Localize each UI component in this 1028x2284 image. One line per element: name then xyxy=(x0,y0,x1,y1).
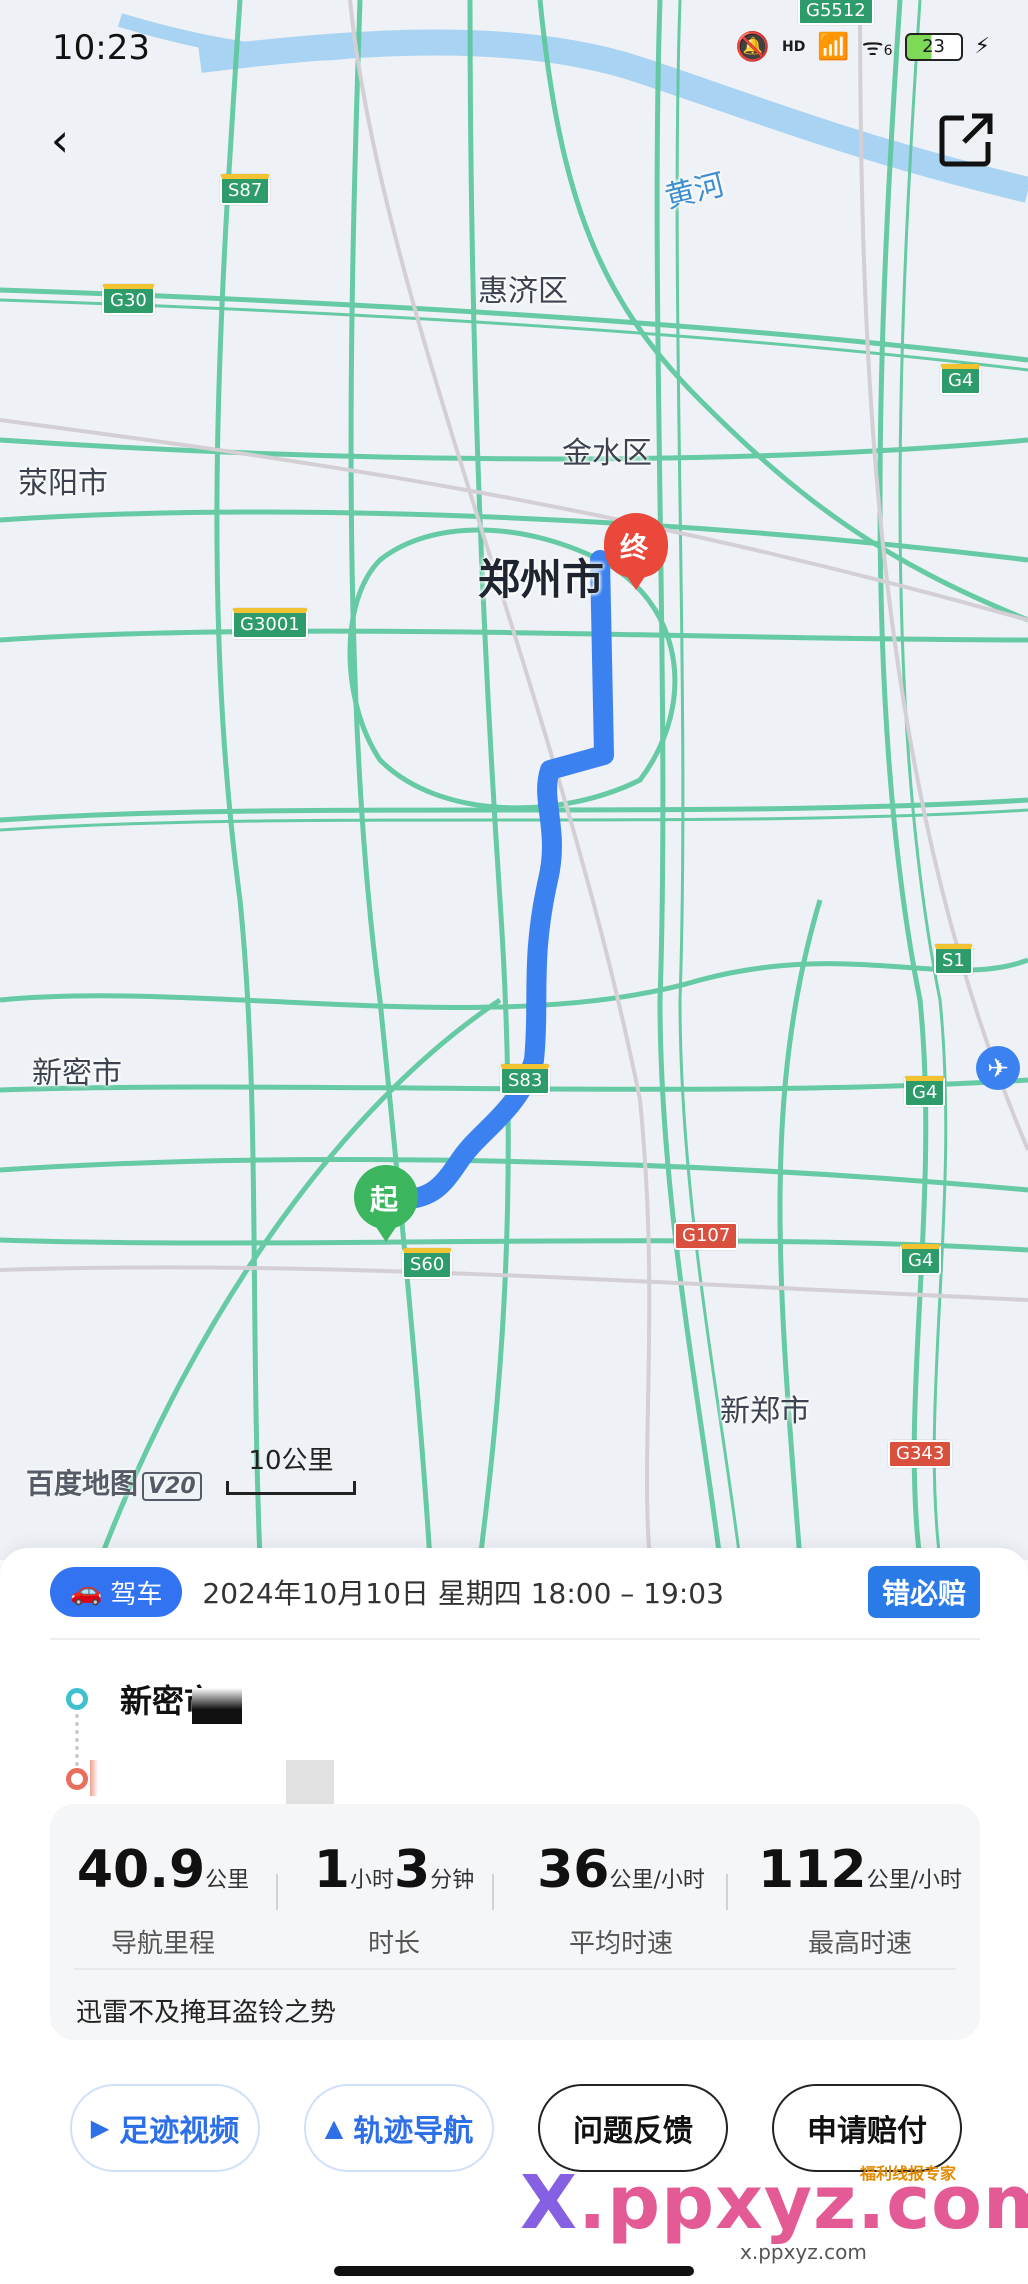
apply-claim-button[interactable]: 申请赔付 xyxy=(772,2084,962,2172)
travel-mode-badge: 🚗 驾车 xyxy=(50,1567,183,1617)
track-navigation-button[interactable]: ▲ 轨迹导航 xyxy=(304,2084,494,2172)
trip-header: 🚗 驾车 2024年10月10日 星期四 18:00 – 19:03 错必赔 xyxy=(50,1560,980,1624)
max-speed-unit: 公里/小时 xyxy=(866,1868,962,1893)
distance-unit: 公里 xyxy=(205,1868,250,1893)
map-scale-bar xyxy=(226,1481,356,1495)
road-shield-s83: S83 xyxy=(500,1064,551,1095)
stat-separator xyxy=(276,1874,278,1910)
claim-badge[interactable]: 错必赔 xyxy=(867,1566,980,1618)
duration-minutes: 3 xyxy=(394,1840,431,1900)
redaction-block xyxy=(90,1760,98,1796)
start-marker-label: 起 xyxy=(370,1183,399,1216)
distance-label: 导航里程 xyxy=(110,1929,215,1959)
place-xinzheng: 新郑市 xyxy=(720,1394,810,1429)
footprint-video-label: 足迹视频 xyxy=(119,2114,240,2149)
road-shield-s60: S60 xyxy=(402,1248,453,1279)
stat-max-speed: 112公里/小时 最高时速 xyxy=(750,1840,970,1960)
track-navigation-label: 轨迹导航 xyxy=(353,2114,474,2149)
avg-speed-value: 36 xyxy=(537,1840,610,1900)
chevron-left-icon: ‹ xyxy=(50,113,70,167)
road-shield-g343: G343 xyxy=(888,1440,953,1468)
road-shield-g3001: G3001 xyxy=(232,608,308,639)
share-button[interactable] xyxy=(934,108,998,172)
map-logo: 百度地图 V20 xyxy=(26,1462,202,1502)
signal-icon: 📶 xyxy=(817,31,850,62)
svg-text:✈: ✈ xyxy=(987,1054,1009,1084)
route-endpoints: 新密市 xyxy=(50,1658,980,1808)
feedback-label: 问题反馈 xyxy=(573,2114,693,2149)
end-dot-icon xyxy=(66,1768,88,1790)
stat-distance: 40.9公里 导航里程 xyxy=(68,1840,258,1960)
map-logo-text: 百度地图 xyxy=(26,1467,139,1500)
status-icons: 🔕 HD 📶 ᯤ6 23 ⚡ xyxy=(735,30,990,63)
feedback-button[interactable]: 问题反馈 xyxy=(538,2084,728,2172)
stat-duration: 1小时3分钟 时长 xyxy=(294,1840,494,1960)
end-marker-label: 终 xyxy=(620,531,649,564)
distance-value: 40.9 xyxy=(76,1840,206,1900)
share-icon xyxy=(939,113,993,167)
watermark-url: x.ppxyz.com xyxy=(740,2240,867,2264)
watermark-tag: 福利线报专家 xyxy=(860,2164,957,2183)
car-icon: 🚗 xyxy=(70,1577,103,1607)
home-indicator[interactable] xyxy=(334,2266,694,2276)
hd-signal-icon: HD xyxy=(782,39,805,55)
map-scale-label: 10公里 xyxy=(248,1446,334,1476)
road-shield-s1: S1 xyxy=(934,944,973,975)
avg-speed-unit: 公里/小时 xyxy=(609,1868,705,1893)
place-xingyang: 荥阳市 xyxy=(18,466,108,501)
duration-hours: 1 xyxy=(313,1840,350,1900)
duration-hours-unit: 小时 xyxy=(349,1868,394,1893)
road-shield-g107: G107 xyxy=(674,1222,739,1250)
trip-stats-card: 40.9公里 导航里程 1小时3分钟 时长 36公里/小时 平均时速 112公里… xyxy=(50,1804,980,2040)
start-dot-icon xyxy=(66,1688,88,1710)
route-connector xyxy=(75,1714,79,1766)
redaction-block xyxy=(192,1688,242,1724)
stat-separator xyxy=(726,1874,728,1910)
battery-icon: 23 xyxy=(904,32,963,61)
map-scale: 10公里 xyxy=(226,1440,356,1495)
place-xinmi: 新密市 xyxy=(32,1056,122,1091)
battery-level: 23 xyxy=(922,36,945,57)
play-icon: ▶ xyxy=(90,2114,110,2142)
duration-minutes-unit: 分钟 xyxy=(430,1868,475,1893)
stat-separator xyxy=(492,1874,494,1910)
header-divider xyxy=(50,1638,980,1640)
apply-claim-label: 申请赔付 xyxy=(807,2114,927,2149)
mute-icon: 🔕 xyxy=(735,30,770,63)
road-shield-g30: G30 xyxy=(102,284,155,315)
wifi-icon: ᯤ6 xyxy=(861,33,893,61)
place-huiji: 惠济区 xyxy=(478,274,568,309)
stats-divider xyxy=(74,1968,956,1970)
navigation-arrow-icon: ▲ xyxy=(324,2114,344,2142)
watermark-text: .ppxyz.com xyxy=(578,2160,1028,2246)
trip-datetime: 2024年10月10日 星期四 18:00 – 19:03 xyxy=(202,1577,724,1610)
travel-mode-label: 驾车 xyxy=(110,1579,163,1610)
road-shield-g4-mid: G4 xyxy=(904,1076,946,1107)
back-button[interactable]: ‹ xyxy=(30,110,90,170)
road-shield-s87: S87 xyxy=(220,174,271,205)
footprint-video-button[interactable]: ▶ 足迹视频 xyxy=(70,2084,260,2172)
trip-detail-page: ✈ 终 起 惠济区 金水区 郑州市 荥阳市 新密市 新郑市 黄河 G5512 S… xyxy=(0,0,1028,2284)
redaction-block xyxy=(286,1760,334,1808)
road-shield-g4-south: G4 xyxy=(900,1244,942,1275)
max-speed-label: 最高时速 xyxy=(807,1929,912,1959)
charging-icon: ⚡ xyxy=(974,34,990,59)
status-time: 10:23 xyxy=(52,28,150,68)
max-speed-value: 112 xyxy=(758,1840,867,1900)
place-zhengzhou: 郑州市 xyxy=(478,555,605,604)
wifi-sub: 6 xyxy=(883,43,893,59)
stat-avg-speed: 36公里/小时 平均时速 xyxy=(516,1840,726,1960)
place-jinshui: 金水区 xyxy=(562,436,652,471)
avg-speed-label: 平均时速 xyxy=(568,1929,673,1959)
status-bar: 10:23 🔕 HD 📶 ᯤ6 23 ⚡ xyxy=(0,0,1028,90)
duration-label: 时长 xyxy=(367,1929,420,1959)
map-canvas: ✈ xyxy=(0,0,1028,1560)
map-logo-version: V20 xyxy=(142,1472,202,1501)
watermark-x: X xyxy=(520,2160,579,2246)
map-view[interactable]: ✈ 终 起 惠济区 金水区 郑州市 荥阳市 新密市 新郑市 黄河 G5512 S… xyxy=(0,0,1028,1560)
trip-comment: 迅雷不及掩耳盗铃之势 xyxy=(76,1998,337,2028)
road-shield-g4-north: G4 xyxy=(940,364,982,395)
hd-label: HD xyxy=(781,38,806,55)
